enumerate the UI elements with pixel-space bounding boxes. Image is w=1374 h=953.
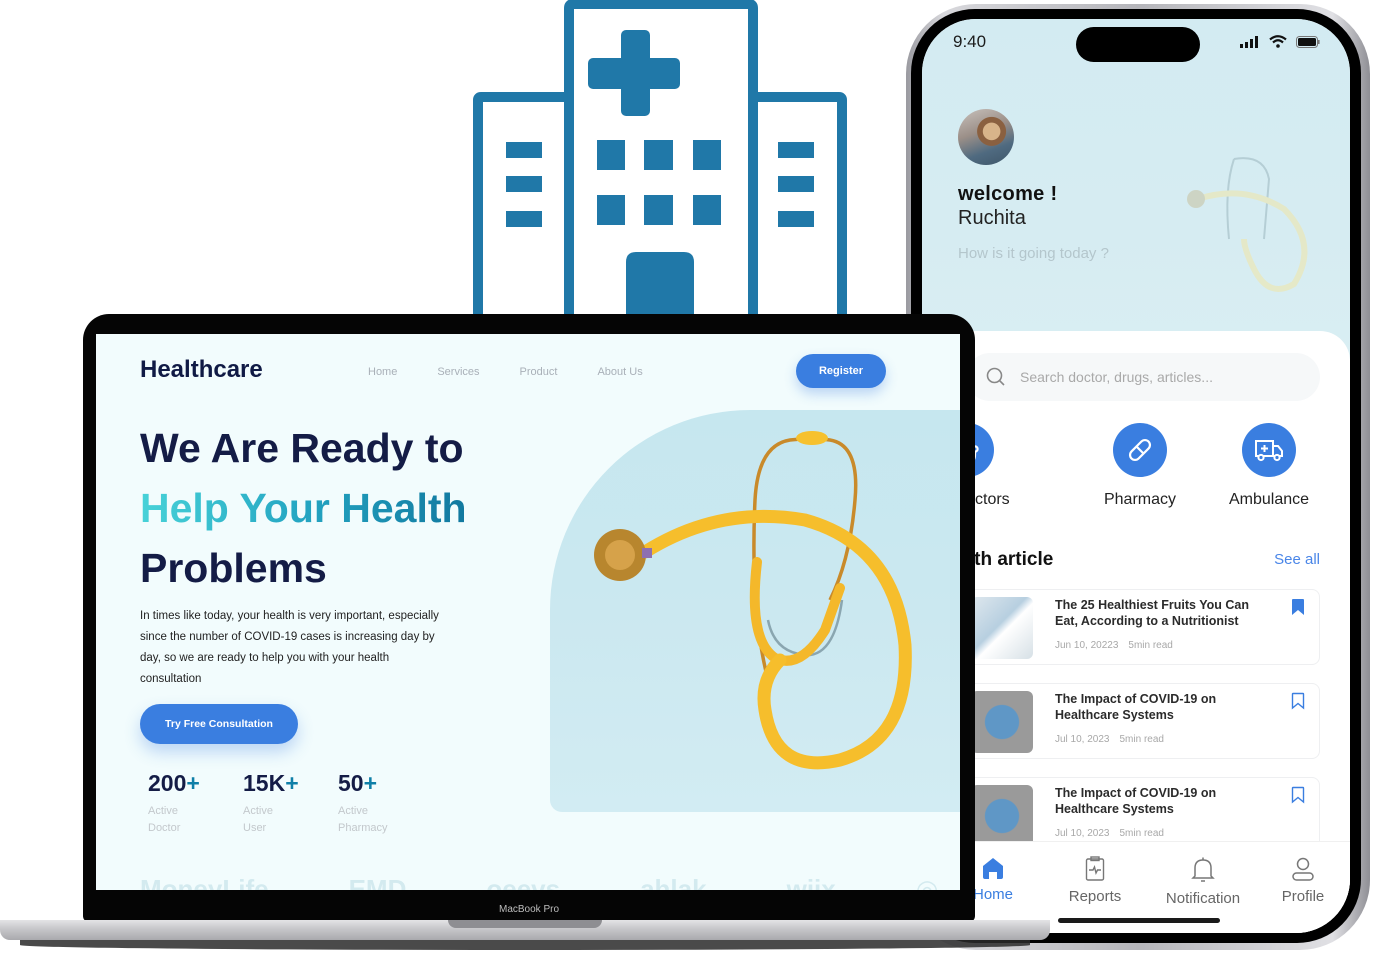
see-all-link[interactable]: See all: [1274, 551, 1320, 568]
greeting-banner: 9:40 welcome ! Ruchita How is it going t…: [922, 19, 1350, 359]
home-indicator: [1058, 918, 1220, 923]
article-meta: Jul 10, 2023 5min read: [1055, 828, 1164, 839]
site-logo[interactable]: Healthcare: [140, 356, 263, 384]
laptop-screen: Healthcare Home Services Product About U…: [96, 334, 960, 890]
user-avatar[interactable]: [958, 109, 1014, 165]
headline-line-2: Help Your Health: [140, 478, 467, 538]
article-date: Jul 10, 2023: [1055, 734, 1110, 745]
nav-services[interactable]: Services: [437, 366, 479, 378]
article-meta: Jun 10, 20223 5min read: [1055, 640, 1173, 651]
nav-home[interactable]: Home: [368, 366, 397, 378]
tab-label: Notification: [1165, 890, 1241, 907]
laptop-lid: Healthcare Home Services Product About U…: [83, 314, 975, 922]
headline-line-3: Problems: [140, 545, 327, 591]
partner-logo: ahlak: [640, 874, 707, 890]
stat-label: Pharmacy: [338, 822, 388, 834]
stat-label: Active: [148, 805, 178, 817]
tab-notification[interactable]: Notification: [1148, 856, 1258, 907]
ambulance-icon: [1255, 440, 1283, 462]
bell-icon: [1191, 857, 1215, 882]
stat-users: 15K+ Active User: [243, 770, 333, 837]
pill-icon: [1128, 438, 1152, 462]
user-icon: [1292, 857, 1314, 881]
bookmark-outline-icon[interactable]: [1291, 692, 1305, 710]
stat-suffix: +: [186, 770, 200, 796]
report-icon: [1085, 856, 1105, 881]
headline-line-1: We Are Ready to: [140, 425, 464, 471]
search-input[interactable]: [1020, 369, 1280, 385]
dynamic-island: [1076, 27, 1200, 62]
greeting-tagline: How is it going today ?: [958, 245, 1109, 262]
category-label: Pharmacy: [1103, 491, 1177, 508]
article-read-time: 5min read: [1128, 640, 1173, 651]
partner-logo: EMD: [348, 874, 407, 890]
stat-suffix: +: [285, 770, 299, 796]
stat-label: User: [243, 822, 267, 834]
stat-label: Active: [243, 805, 273, 817]
category-ambulance[interactable]: Ambulance: [1204, 423, 1334, 509]
user-name: Ruchita: [958, 207, 1026, 229]
article-read-time: 5min read: [1119, 828, 1164, 839]
article-title: The Impact of COVID-19 on Healthcare Sys…: [1055, 786, 1217, 816]
category-label: Ambulance: [1228, 491, 1310, 508]
wifi-icon: [1269, 35, 1287, 48]
hero-headline: We Are Ready to Help Your Health Problem…: [140, 418, 467, 598]
status-icons: [1240, 35, 1320, 48]
battery-icon: [1296, 35, 1320, 48]
partner-logos: MoneyLife EMD oeevs ahlak wiix ◎: [140, 874, 938, 890]
article-meta: Jul 10, 2023 5min read: [1055, 734, 1164, 745]
nav-about-us[interactable]: About Us: [597, 366, 642, 378]
stat-value: 200: [148, 770, 187, 796]
stat-pharmacy: 50+ Active Pharmacy: [338, 770, 428, 837]
device-label: MacBook Pro: [498, 904, 560, 915]
partner-logo: ◎: [915, 874, 939, 890]
welcome-text: welcome !: [958, 183, 1058, 205]
bookmark-outline-icon[interactable]: [1291, 786, 1305, 804]
article-date: Jul 10, 2023: [1055, 828, 1110, 839]
status-time: 9:40: [953, 32, 987, 51]
site-nav: Home Services Product About Us: [368, 366, 683, 378]
register-button[interactable]: Register: [796, 354, 886, 388]
stethoscope-illustration: [594, 431, 912, 770]
tab-label: Profile: [1281, 888, 1325, 905]
stat-doctors: 200+ Active Doctor: [148, 770, 238, 837]
stat-value: 50: [338, 770, 364, 796]
category-pharmacy[interactable]: Pharmacy: [1075, 423, 1205, 509]
hero-stethoscope-image: [550, 410, 960, 812]
tab-reports[interactable]: Reports: [1040, 856, 1150, 905]
signal-icon: [1240, 35, 1258, 48]
article-read-time: 5min read: [1119, 734, 1164, 745]
stat-label: Active: [338, 805, 368, 817]
hero-description: In times like today, your health is very…: [140, 610, 439, 685]
article-title: The Impact of COVID-19 on Healthcare Sys…: [1055, 692, 1217, 722]
stat-suffix: +: [363, 770, 378, 796]
try-free-consultation-button[interactable]: Try Free Consultation: [140, 704, 298, 744]
article-title: The 25 Healthiest Fruits You Can Eat, Ac…: [1055, 598, 1250, 628]
laptop-shadow: [20, 940, 1030, 950]
partner-logo: MoneyLife: [140, 874, 269, 890]
bookmark-filled-icon[interactable]: [1291, 598, 1305, 616]
tab-label: Reports: [1068, 888, 1122, 905]
stat-label: Doctor: [148, 822, 181, 834]
nav-product[interactable]: Product: [520, 366, 558, 378]
partner-logo: oeevs: [486, 874, 561, 890]
partner-logo: wiix: [786, 874, 836, 890]
article-date: Jun 10, 20223: [1055, 640, 1119, 651]
stat-value: 15K: [243, 770, 286, 796]
hospital-building-icon: [473, 0, 847, 318]
laptop-notch: [448, 920, 602, 928]
stethoscope-illustration: [1187, 157, 1308, 292]
laptop-mockup: Healthcare Home Services Product About U…: [0, 312, 1050, 953]
tab-profile[interactable]: Profile: [1248, 856, 1350, 905]
